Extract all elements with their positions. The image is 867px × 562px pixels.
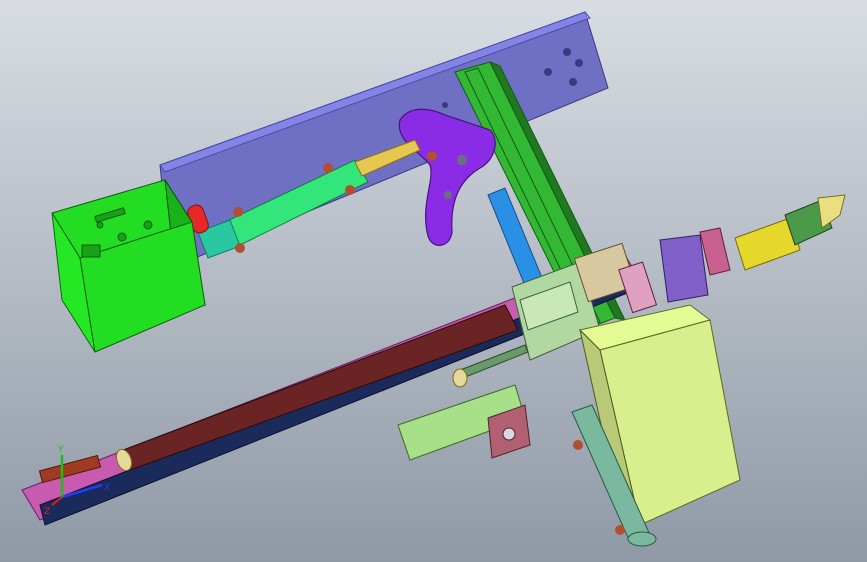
control-box-knob <box>117 232 127 242</box>
control-box-knob <box>143 220 153 230</box>
cad-viewport[interactable]: X Y Z <box>0 0 867 562</box>
triad-z-label: Z <box>44 507 50 517</box>
fitting <box>573 440 583 450</box>
cad-model-canvas[interactable]: X Y Z <box>0 0 867 562</box>
plate-hole <box>563 48 571 56</box>
plate-hole <box>442 102 448 108</box>
plate-hole <box>569 78 577 86</box>
fitting <box>235 243 245 253</box>
rod-end <box>452 368 468 388</box>
plate-hole <box>575 59 583 67</box>
fitting <box>615 525 625 535</box>
bracket-hole <box>457 155 467 165</box>
bracket-hole <box>444 191 452 199</box>
fitting <box>233 207 243 217</box>
triad-y-label: Y <box>57 445 64 455</box>
control-box-panel <box>81 244 101 258</box>
fitting <box>427 151 437 161</box>
control-box-knob <box>96 221 104 229</box>
fitting <box>323 163 333 173</box>
plate-hole <box>544 68 552 76</box>
fitting <box>345 185 355 195</box>
triad-x-label: X <box>104 483 110 493</box>
